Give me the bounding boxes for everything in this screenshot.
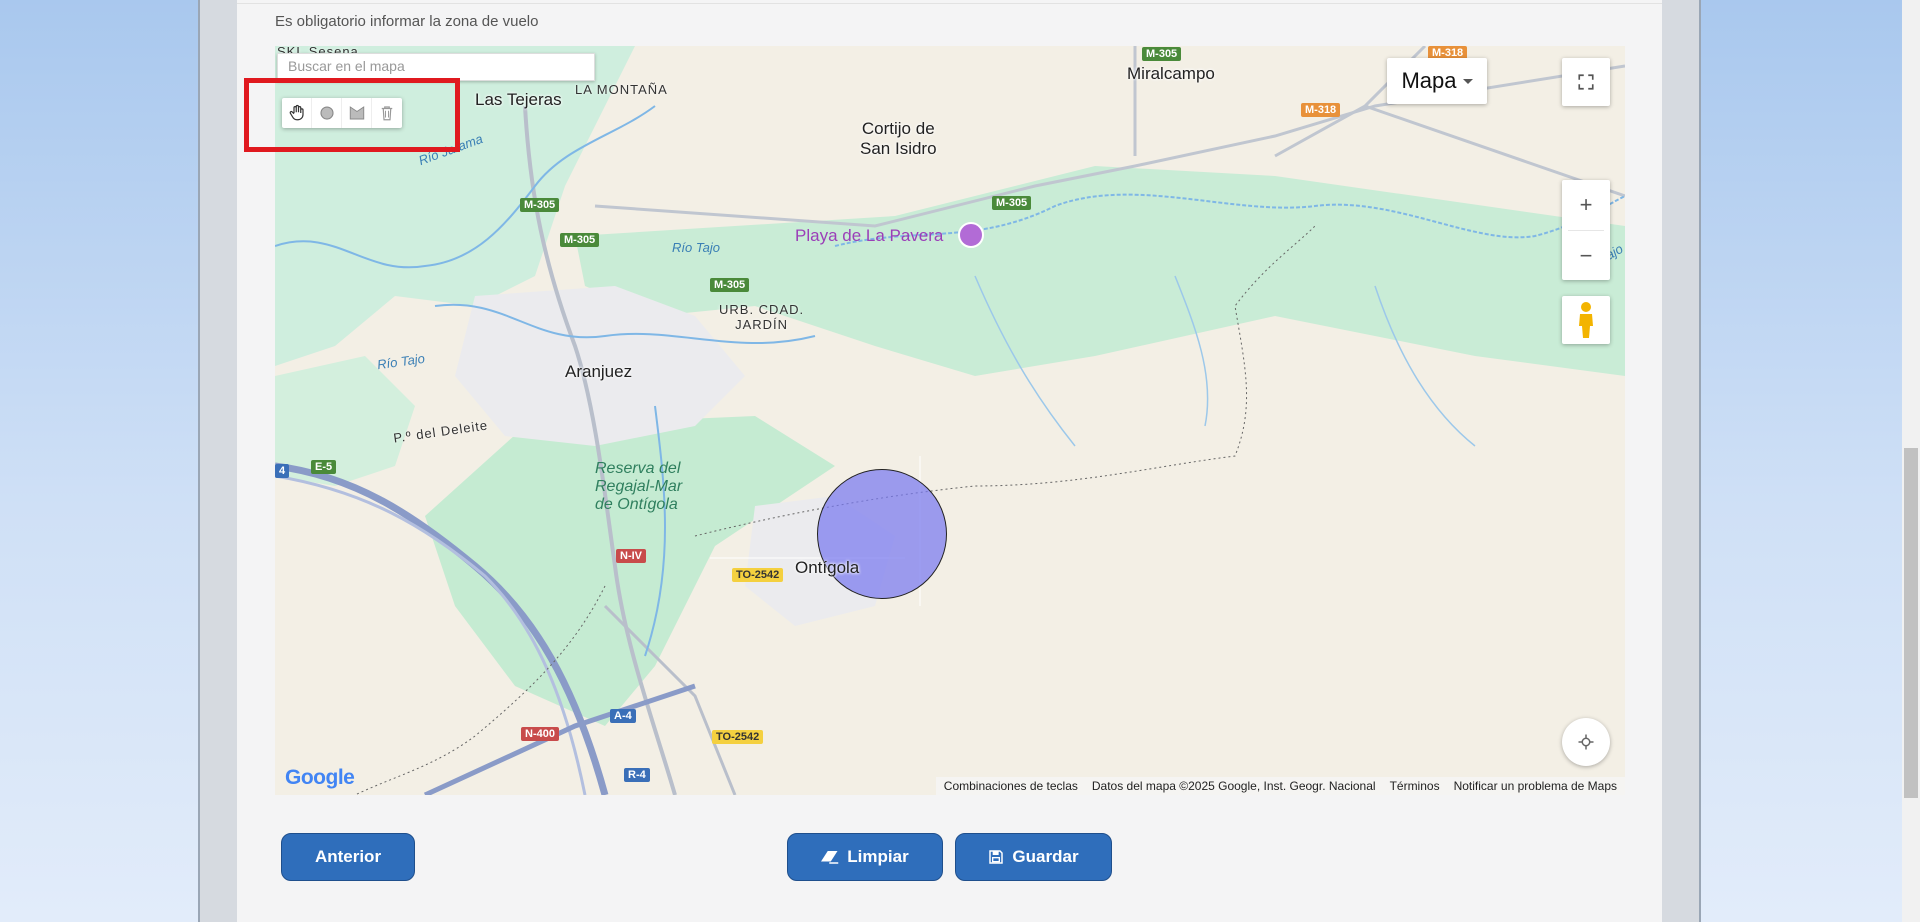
hand-icon[interactable] — [282, 98, 312, 128]
map-label-urb-line2: JARDÍN — [735, 317, 789, 332]
map-label-cortijo-line1: Cortijo de — [861, 119, 935, 138]
map-label-reserva-line3: de Ontígola — [595, 496, 678, 513]
clear-button-label: Limpiar — [847, 847, 909, 866]
divider — [237, 3, 1662, 4]
save-button[interactable]: Guardar — [955, 833, 1112, 881]
road-shield: M-305 — [560, 233, 600, 247]
page-scrollbar[interactable] — [1902, 0, 1920, 922]
keyboard-shortcuts-link[interactable]: Combinaciones de teclas — [944, 779, 1078, 793]
road-shield: N-IV — [616, 549, 646, 563]
map-label-ontigola: Ontígola — [795, 558, 860, 577]
map[interactable]: SKL Sesena Las Tejeras LA MONTAÑA Miralc… — [275, 46, 1625, 795]
map-data-credit: Datos del mapa ©2025 Google, Inst. Geogr… — [1091, 779, 1376, 793]
map-type-selector[interactable]: Mapa — [1387, 58, 1487, 104]
map-label-reserva-line1: Reserva del — [595, 460, 681, 477]
road-shield: N-400 — [521, 727, 559, 741]
map-label-miralcampo: Miralcampo — [1127, 64, 1215, 83]
map-label-cortijo-line2: San Isidro — [860, 139, 937, 158]
road-shield: M-305 — [992, 196, 1032, 210]
road-shield: M-318 — [1301, 103, 1341, 117]
road-shield: R-4 — [624, 768, 650, 782]
polygon-tool-icon[interactable] — [342, 98, 372, 128]
trash-icon[interactable] — [372, 98, 402, 128]
google-logo: Google — [285, 766, 355, 790]
road-shield: M-305 — [710, 278, 750, 292]
road-shield: M-305 — [1142, 47, 1182, 61]
map-label-playa[interactable]: Playa de La Pavera — [795, 226, 943, 246]
map-label-reserva: Reserva del Regajal-Mar de Ontígola — [595, 460, 682, 514]
road-shield: TO-2542 — [712, 730, 764, 744]
drawing-toolbar — [282, 98, 402, 128]
terms-link[interactable]: Términos — [1390, 779, 1440, 793]
camera-poi-icon[interactable] — [958, 222, 984, 248]
eraser-icon — [821, 851, 839, 864]
chevron-down-icon — [1462, 78, 1473, 84]
save-button-label: Guardar — [1012, 847, 1079, 866]
clear-button[interactable]: Limpiar — [787, 833, 943, 881]
save-icon — [989, 850, 1004, 864]
map-label-las-tejeras: Las Tejeras — [475, 90, 562, 109]
road-shield: E-5 — [311, 460, 337, 474]
map-label-aranjuez: Aranjuez — [565, 362, 633, 381]
locate-icon[interactable] — [1562, 718, 1610, 766]
zoom-out-button[interactable]: − — [1562, 231, 1610, 281]
road-shield: M-305 — [520, 198, 560, 212]
map-attribution: Combinaciones de teclas Datos del mapa ©… — [935, 777, 1625, 795]
flight-zone-circle[interactable] — [817, 469, 947, 599]
map-label-reserva-line2: Regajal-Mar — [595, 478, 683, 495]
map-label-cortijo: Cortijo de San Isidro — [860, 119, 937, 159]
road-shield: TO-2542 — [732, 568, 784, 582]
report-problem-link[interactable]: Notificar un problema de Maps — [1454, 779, 1617, 793]
zoom-controls: + − — [1562, 180, 1610, 280]
scroll-thumb[interactable] — [1904, 448, 1918, 798]
map-type-label: Mapa — [1401, 68, 1457, 93]
google-logo-text: Google — [285, 766, 355, 789]
fullscreen-icon[interactable] — [1562, 58, 1610, 106]
previous-button[interactable]: Anterior — [281, 833, 415, 881]
flight-zone-notice: Es obligatorio informar la zona de vuelo — [275, 13, 539, 30]
map-label-rio-tajo-1: Río Tajo — [672, 240, 720, 255]
zoom-in-button[interactable]: + — [1562, 180, 1610, 230]
map-label-la-montana: LA MONTAÑA — [575, 82, 668, 97]
map-label-urb-line1: URB. CDAD. — [719, 302, 805, 317]
pegman-icon[interactable] — [1562, 296, 1610, 344]
map-label-urb: URB. CDAD. JARDÍN — [719, 302, 804, 332]
road-shield: 4 — [275, 464, 290, 478]
map-search-input[interactable]: Buscar en el mapa — [277, 53, 595, 81]
circle-tool-icon[interactable] — [312, 98, 342, 128]
road-shield: A-4 — [610, 709, 636, 723]
